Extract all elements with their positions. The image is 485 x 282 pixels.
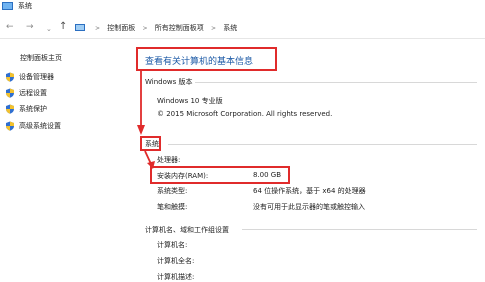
annotation-arrows [137,71,155,169]
annotation-arrow-line [144,150,152,165]
annotation-arrowhead [137,125,145,135]
annotation-arrowhead [147,161,155,169]
